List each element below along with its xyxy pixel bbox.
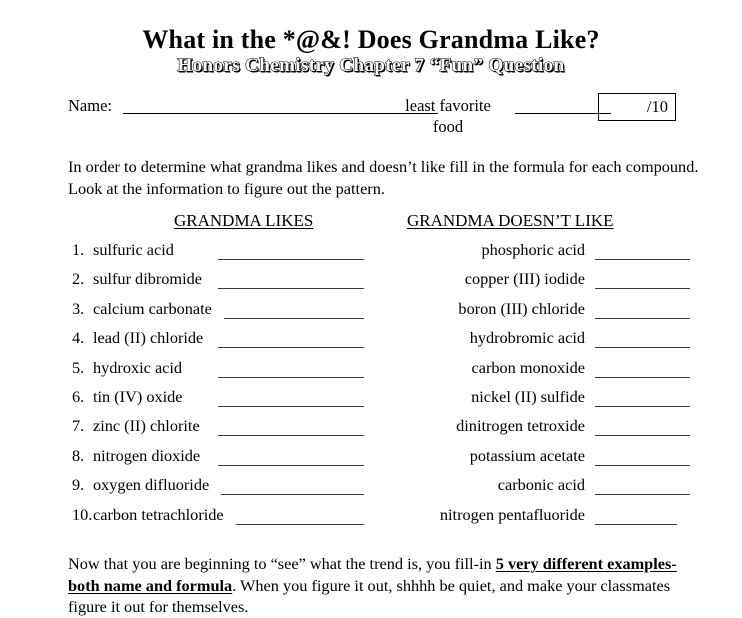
likes-row-label: sulfuric acid xyxy=(93,240,174,259)
likes-row-number: 3. xyxy=(72,298,85,318)
likes-row-label: nitrogen dioxide xyxy=(93,445,201,465)
likes-row-label: hydroxic acid xyxy=(93,357,183,377)
column-header-dislikes: GRANDMA DOESN’T LIKE xyxy=(407,211,614,230)
dislikes-row-answer-blank[interactable] xyxy=(595,464,690,466)
likes-row-answer-blank[interactable] xyxy=(218,376,364,378)
likes-row: 10. carbon tetrachloride xyxy=(68,505,368,534)
likes-row-answer-blank[interactable] xyxy=(223,317,364,319)
likes-row-answer-blank[interactable] xyxy=(218,464,364,466)
likes-row-number: 8. xyxy=(72,445,85,465)
likes-row-answer-blank[interactable] xyxy=(221,494,364,496)
dislikes-row-answer-blank[interactable] xyxy=(595,523,677,525)
likes-row: 6. tin (IV) oxide xyxy=(68,387,368,416)
dislikes-row-label: carbon monoxide xyxy=(471,357,585,377)
dislikes-row-answer-blank[interactable] xyxy=(595,259,690,260)
likes-row-answer-blank[interactable] xyxy=(218,288,364,290)
likes-row-label: lead (II) chloride xyxy=(93,328,204,348)
dislikes-row-answer-blank[interactable] xyxy=(595,347,690,349)
least-favorite-line1: least favorite xyxy=(405,96,491,115)
score-box[interactable]: /10 xyxy=(598,93,676,121)
column-header-likes: GRANDMA LIKES xyxy=(174,211,314,230)
dislikes-row: copper (III) iodide xyxy=(400,269,692,298)
page-title: What in the *@&! Does Grandma Like? xyxy=(142,25,600,54)
likes-row-number: 4. xyxy=(72,328,85,348)
likes-row-label: tin (IV) oxide xyxy=(93,386,183,406)
dislikes-list: phosphoric acid copper (III) iodide boron … xyxy=(400,240,692,534)
likes-row-answer-blank[interactable] xyxy=(218,405,364,407)
dislikes-row: boron (III) chloride xyxy=(400,299,692,328)
likes-row-label: carbon tetrachloride xyxy=(93,504,224,524)
score-denominator: /10 xyxy=(646,97,668,116)
likes-row-label: sulfur dibromide xyxy=(93,269,202,289)
dislikes-row-answer-blank[interactable] xyxy=(595,317,690,319)
likes-row-label: calcium carbonate xyxy=(93,298,212,318)
dislikes-row: nitrogen pentafluoride xyxy=(400,505,692,534)
likes-row-label: zinc (II) chlorite xyxy=(93,416,200,436)
dislikes-row-label: carbonic acid xyxy=(497,475,585,495)
dislikes-row: potassium acetate xyxy=(400,446,692,475)
dislikes-row-label: nickel (II) sulfide xyxy=(471,386,585,406)
name-score-row: Name: least favorite food /10 xyxy=(68,93,688,142)
worksheet-page: What in the *@&! Does Grandma Like? Hono… xyxy=(0,0,742,616)
page-subtitle: Honors Chemistry Chapter 7 “Fun” Questio… xyxy=(177,55,565,77)
dislikes-row: hydrobromic acid xyxy=(400,328,692,357)
dislikes-row-answer-blank[interactable] xyxy=(595,405,690,407)
footer-paragraph: Now that you are beginning to “see” what… xyxy=(68,553,700,618)
likes-row-number: 7. xyxy=(72,416,85,436)
dislikes-row-answer-blank[interactable] xyxy=(595,435,690,437)
dislikes-row-label: dinitrogen tetroxide xyxy=(456,416,585,436)
dislikes-row: phosphoric acid xyxy=(400,240,692,269)
likes-row-answer-blank[interactable] xyxy=(218,259,364,260)
footer-text-part1: Now that you are beginning to “see” what… xyxy=(68,554,496,573)
likes-row-answer-blank[interactable] xyxy=(235,523,364,525)
dislikes-row-answer-blank[interactable] xyxy=(595,376,690,378)
likes-row-number: 5. xyxy=(72,357,85,377)
likes-row: 2. sulfur dibromide xyxy=(68,269,368,298)
likes-row-answer-blank[interactable] xyxy=(218,435,364,437)
dislikes-row: dinitrogen tetroxide xyxy=(400,416,692,445)
dislikes-row-label: nitrogen pentafluoride xyxy=(439,504,585,524)
dislikes-row-label: phosphoric acid xyxy=(481,240,585,259)
likes-row-number: 10. xyxy=(72,504,93,524)
likes-row-number: 1. xyxy=(72,240,85,259)
likes-row-answer-blank[interactable] xyxy=(218,347,364,349)
least-favorite-blank-line[interactable] xyxy=(515,113,611,114)
likes-row: 5. hydroxic acid xyxy=(68,358,368,387)
likes-row: 1. sulfuric acid xyxy=(68,240,368,269)
likes-row-number: 2. xyxy=(72,269,85,289)
likes-row-number: 9. xyxy=(72,475,85,495)
likes-row: 9. oxygen difluoride xyxy=(68,475,368,504)
likes-row-number: 6. xyxy=(72,386,85,406)
dislikes-row: nickel (II) sulfide xyxy=(400,387,692,416)
likes-list: 1. sulfuric acid 2. sulfur dibromide 3. calci… xyxy=(68,240,368,534)
name-label: Name: xyxy=(68,96,112,115)
dislikes-row: carbonic acid xyxy=(400,475,692,504)
dislikes-row-label: copper (III) iodide xyxy=(464,269,585,289)
likes-row: 7. zinc (II) chlorite xyxy=(68,416,368,445)
dislikes-row-label: potassium acetate xyxy=(469,445,585,465)
least-favorite-line2: food xyxy=(432,116,464,136)
likes-row: 8. nitrogen dioxide xyxy=(68,446,368,475)
dislikes-row-label: hydrobromic acid xyxy=(469,328,585,348)
likes-row: 3. calcium carbonate xyxy=(68,299,368,328)
dislikes-row: carbon monoxide xyxy=(400,358,692,387)
least-favorite-food-label: least favorite food xyxy=(385,96,511,137)
likes-row: 4. lead (II) chloride xyxy=(68,328,368,357)
dislikes-row-answer-blank[interactable] xyxy=(595,494,690,496)
dislikes-row-label: boron (III) chloride xyxy=(458,298,585,318)
likes-row-label: oxygen difluoride xyxy=(93,475,210,495)
dislikes-row-answer-blank[interactable] xyxy=(595,288,690,290)
instructions-paragraph: In order to determine what grandma likes… xyxy=(68,157,699,198)
